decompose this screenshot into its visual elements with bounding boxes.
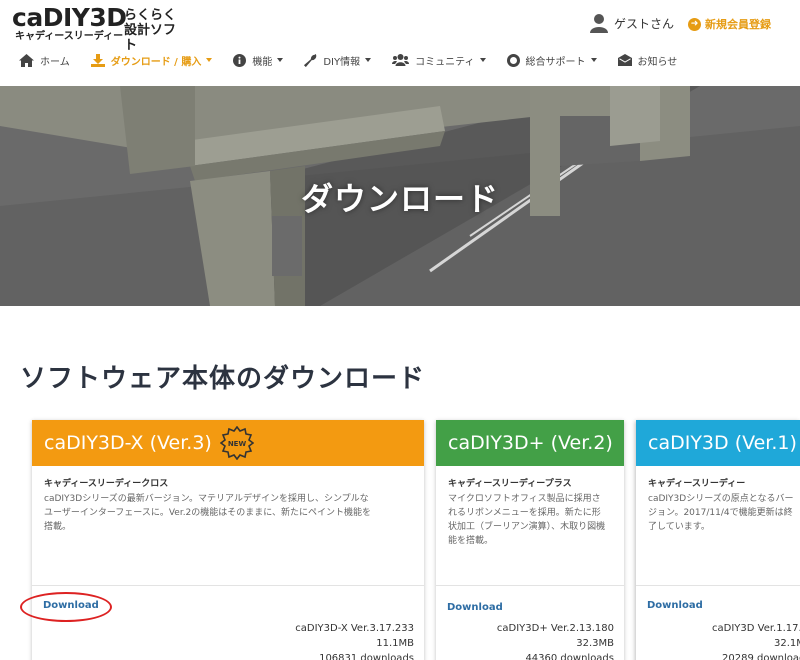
section-title: ソフトウェア本体のダウンロード (20, 364, 426, 394)
card-meta: caDIY3D Ver.1.17.2 32.1MB 20289 download… (712, 621, 800, 660)
downloads-count: 106831 downloads (319, 653, 414, 660)
register-label: 新規会員登録 (705, 18, 771, 31)
product-card-v1: caDIY3D (Ver.1) キャディースリーディー caDIY3Dシリーズの… (636, 420, 800, 660)
downloads-count: 44360 downloads (525, 653, 614, 660)
nav-item-label: DIY情報 (323, 56, 361, 68)
guest-label: ゲストさん (614, 16, 675, 31)
card-title: caDIY3D-X (Ver.3) (44, 432, 212, 454)
nav-item-features[interactable]: 機能 (233, 53, 284, 68)
wrench-icon (304, 53, 317, 67)
downloads-count: 20289 downloads (722, 653, 800, 660)
version-text: caDIY3D-X Ver.3.17.233 (295, 623, 414, 634)
card-description: caDIY3Dシリーズの最新バージョン。マテリアルデザインを採用し、シンプルなユ… (44, 494, 372, 532)
main-nav: ホーム ダウンロード / 購入 機能 DIY情報 コミュニティ 総合サポート お… (0, 46, 800, 74)
nav-item-diy-info[interactable]: DIY情報 (304, 53, 372, 68)
card-header: caDIY3D (Ver.1) (636, 420, 800, 466)
new-badge-icon: NEW (219, 426, 254, 460)
card-header: caDIY3D-X (Ver.3) NEW (32, 420, 424, 466)
home-icon (19, 53, 34, 67)
card-meta: caDIY3D-X Ver.3.17.233 11.1MB 106831 dow… (295, 621, 414, 660)
guest-user-menu[interactable]: ゲストさん (590, 12, 674, 34)
highlight-annotation-ring (20, 592, 112, 622)
nav-item-label: 総合サポート (525, 56, 586, 68)
nav-item-community[interactable]: コミュニティ (392, 53, 486, 68)
chevron-down-icon (590, 58, 597, 62)
hero-banner: ダウンロード (0, 86, 800, 306)
card-meta: caDIY3D+ Ver.2.13.180 32.3MB 44360 downl… (497, 621, 614, 660)
card-title: caDIY3D+ (Ver.2) (448, 432, 613, 454)
user-icon (590, 14, 608, 33)
product-card-x: caDIY3D-X (Ver.3) NEW キャディースリーディークロス caD… (32, 420, 424, 660)
nav-item-support[interactable]: 総合サポート (506, 53, 597, 68)
arrow-right-icon: ➜ (688, 17, 701, 31)
logo-main-text: caDIY3D (12, 3, 127, 32)
size-text: 32.1MB (774, 638, 800, 649)
card-body: キャディースリーディープラス マイクロソフトオフィス製品に採用されるリボンメニュ… (436, 466, 624, 586)
users-icon (392, 54, 410, 66)
card-description: マイクロソフトオフィス製品に採用されるリボンメニューを採用。新たに形状加工（ブー… (448, 494, 606, 546)
download-button[interactable]: Download (647, 600, 703, 611)
hero-title: ダウンロード (300, 180, 499, 218)
chevron-down-icon (365, 58, 372, 62)
nav-item-download[interactable]: ダウンロード / 購入 (90, 53, 213, 68)
card-title: caDIY3D (Ver.1) (648, 432, 797, 454)
version-text: caDIY3D+ Ver.2.13.180 (496, 623, 614, 634)
chevron-down-icon (479, 58, 486, 62)
nav-item-label: お知らせ (637, 56, 678, 68)
chevron-down-icon (277, 58, 284, 62)
card-header: caDIY3D+ (Ver.2) (436, 420, 624, 466)
nav-item-label: ホーム (40, 56, 70, 68)
envelope-icon (617, 54, 632, 66)
card-body: キャディースリーディークロス caDIY3Dシリーズの最新バージョン。マテリアル… (32, 466, 424, 586)
nav-item-label: ダウンロード / 購入 (110, 56, 202, 68)
card-description: caDIY3Dシリーズの原点となるバージョン。2017/11/4で機能更新は終了… (648, 494, 794, 532)
download-button[interactable]: Download (447, 602, 503, 613)
nav-item-news[interactable]: お知らせ (617, 53, 678, 68)
nav-item-label: コミュニティ (415, 56, 475, 68)
product-card-plus: caDIY3D+ (Ver.2) キャディースリーディープラス マイクロソフトオ… (436, 420, 624, 660)
card-subtitle: キャディースリーディープラス (448, 479, 572, 489)
version-text: caDIY3D Ver.1.17.2 (712, 623, 800, 634)
card-subtitle: キャディースリーディー (648, 479, 746, 489)
register-link[interactable]: ➜ 新規会員登録 (688, 14, 771, 34)
badge-text: NEW (228, 440, 247, 448)
nav-item-label: 機能 (252, 56, 273, 68)
size-text: 32.3MB (576, 638, 614, 649)
nav-item-home[interactable]: ホーム (19, 53, 70, 68)
card-body: キャディースリーディー caDIY3Dシリーズの原点となるバージョン。2017/… (636, 466, 800, 586)
card-subtitle: キャディースリーディークロス (44, 479, 169, 489)
lifebuoy-icon (506, 53, 520, 67)
download-icon (90, 53, 105, 67)
chevron-down-icon (206, 58, 213, 62)
logo-kana-text: キャディースリーディー (15, 31, 124, 42)
size-text: 11.1MB (376, 638, 414, 649)
info-icon (233, 53, 247, 67)
